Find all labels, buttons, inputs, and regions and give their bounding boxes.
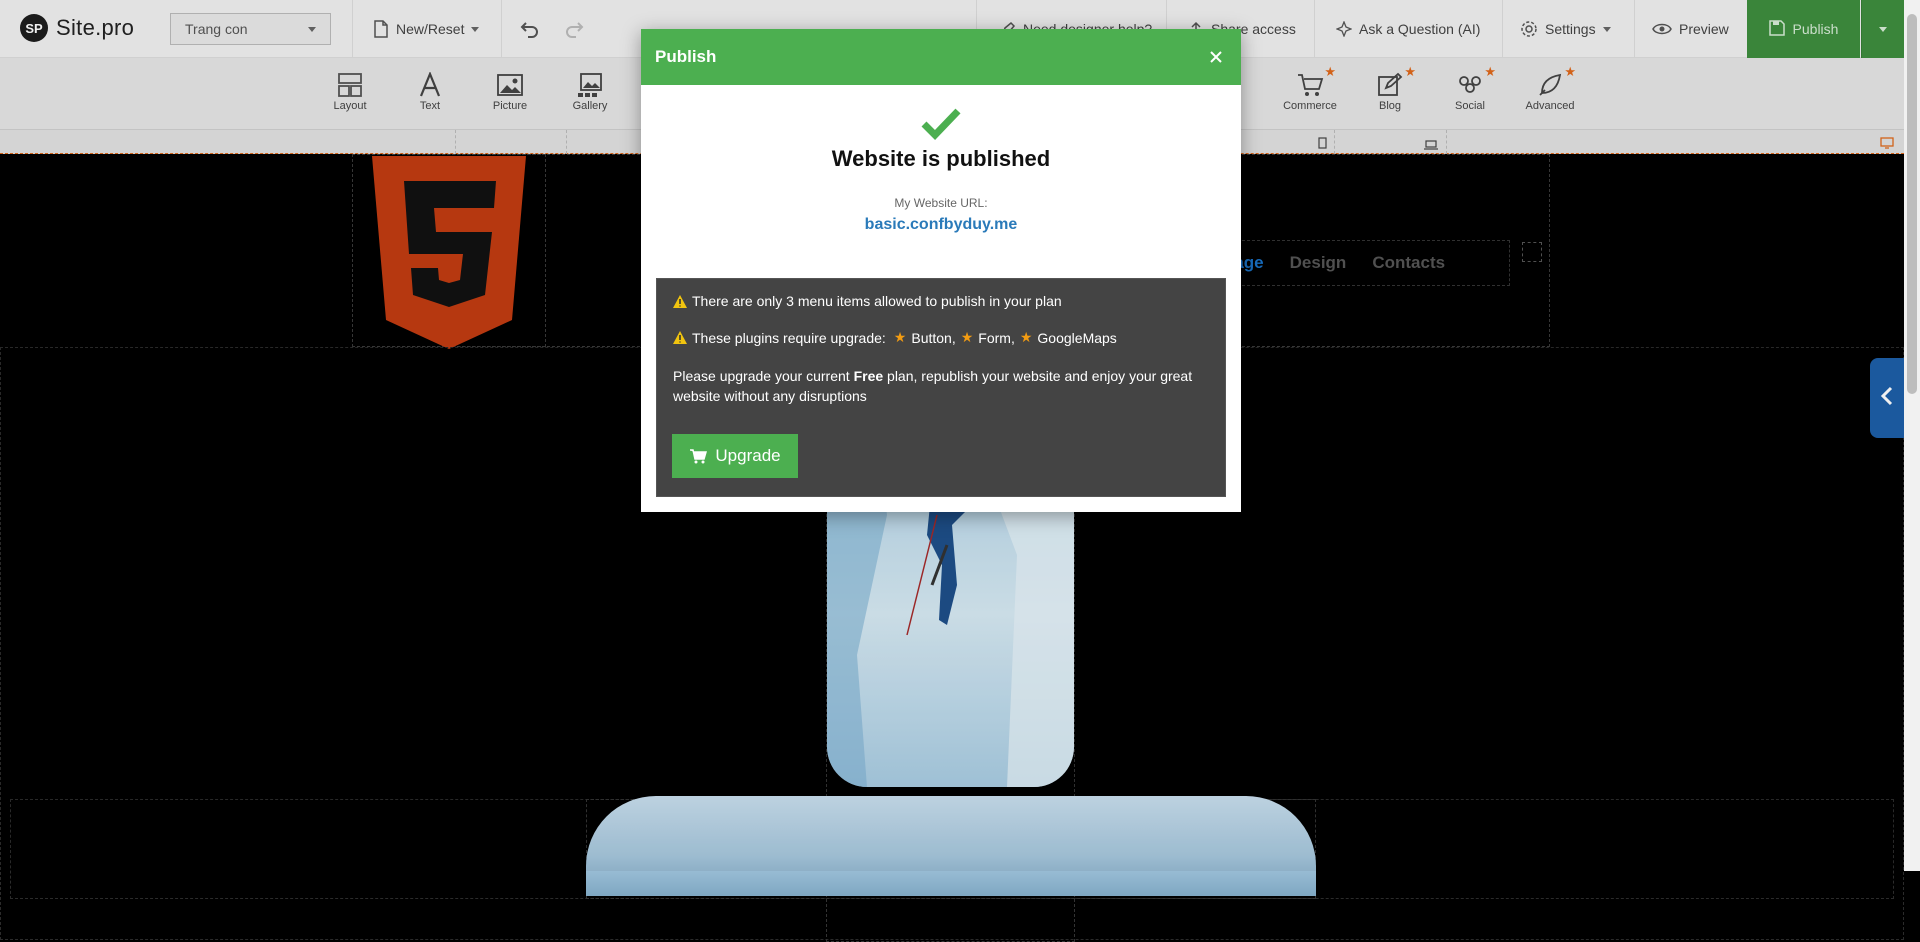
scrollbar-thumb[interactable] <box>1907 14 1917 394</box>
warning-icon <box>673 331 687 344</box>
plugins-warning-text: These plugins require upgrade: <box>692 329 886 346</box>
url-label: My Website URL: <box>894 196 988 210</box>
plugins-warning: These plugins require upgrade: ★ Button, … <box>673 329 1209 346</box>
close-icon[interactable] <box>1205 46 1227 68</box>
menu-limit-warning: There are only 3 menu items allowed to p… <box>673 293 1209 309</box>
upgrade-text-1: Please upgrade your current <box>673 368 850 384</box>
plugin-form: Form, <box>978 329 1015 346</box>
upgrade-label: Upgrade <box>715 446 781 465</box>
checkmark-icon <box>921 106 961 141</box>
dialog-title: Publish <box>655 47 717 66</box>
publish-dialog: Publish Website is published My Website … <box>641 29 1241 512</box>
cart-icon <box>690 449 708 464</box>
plugin-googlemaps: GoogleMaps <box>1037 329 1117 346</box>
vertical-scrollbar[interactable] <box>1904 0 1920 871</box>
dialog-header: Publish <box>641 29 1241 85</box>
menu-limit-text: There are only 3 menu items allowed to p… <box>692 293 1062 309</box>
warning-icon <box>673 294 687 308</box>
plugin-button: Button, <box>911 329 956 346</box>
star-icon: ★ <box>893 329 907 345</box>
star-icon: ★ <box>1019 329 1033 345</box>
upgrade-message: Please upgrade your current Free plan, r… <box>673 366 1209 406</box>
upgrade-notice: There are only 3 menu items allowed to p… <box>656 278 1226 497</box>
plan-name: Free <box>853 368 884 384</box>
star-icon: ★ <box>960 329 974 345</box>
upgrade-button[interactable]: Upgrade <box>672 434 798 478</box>
published-heading: Website is published <box>831 146 1051 171</box>
website-url-link[interactable]: basic.confbyduy.me <box>641 216 1241 234</box>
